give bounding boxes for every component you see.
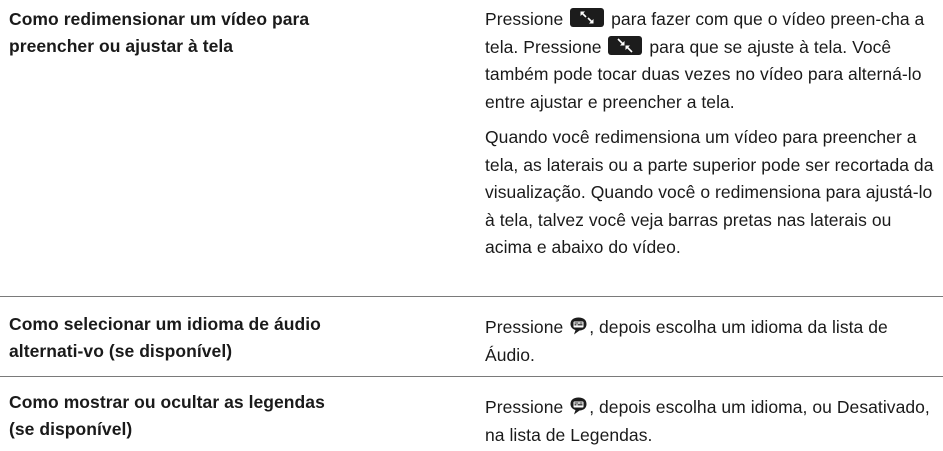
- fit-screen-icon: [608, 35, 643, 55]
- task-label: Como mostrar ou ocultar as legendas (se …: [9, 392, 325, 439]
- task-label: Como redimensionar um vídeo para preench…: [9, 9, 310, 56]
- instruction-text: Pressione: [485, 9, 564, 29]
- task-instructions: Pressione , depois escolha um idioma, ou…: [485, 394, 941, 449]
- task-instructions: Pressione para fazer com que o vídeo pre…: [485, 6, 941, 262]
- task-instructions: Pressione , depois escolha um idioma da …: [485, 314, 941, 369]
- subtitles-speech-bubble-icon: [569, 316, 588, 336]
- table-row: Como selecionar um idioma de áudio alter…: [0, 297, 943, 377]
- fill-screen-icon: [570, 8, 605, 27]
- table-row: Como mostrar ou ocultar as legendas (se …: [0, 377, 943, 451]
- instruction-text: Pressione: [485, 397, 564, 417]
- instruction-paragraph: Pressione para fazer com que o vídeo pre…: [485, 6, 941, 116]
- instruction-text: Pressione: [485, 317, 564, 337]
- table-row: Como redimensionar um vídeo para preench…: [0, 0, 943, 297]
- task-label: Como selecionar um idioma de áudio alter…: [9, 314, 321, 361]
- subtitles-speech-bubble-icon: [569, 396, 588, 416]
- instruction-paragraph: Quando você redimensiona um vídeo para p…: [485, 127, 934, 257]
